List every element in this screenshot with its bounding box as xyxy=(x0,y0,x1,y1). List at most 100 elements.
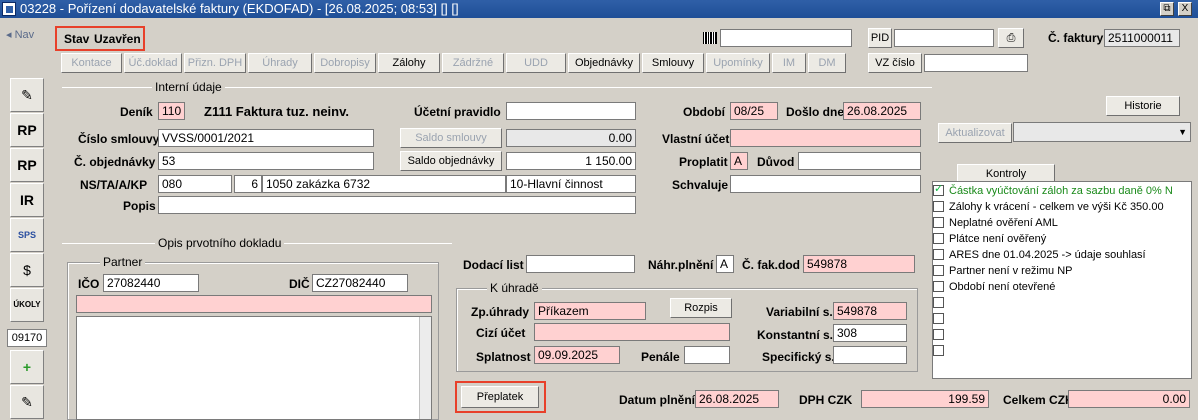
checkbox[interactable] xyxy=(933,344,944,356)
a-field[interactable]: 1050 zakázka 6732 xyxy=(262,175,506,193)
list-item[interactable]: Neplatné ověření AML xyxy=(933,216,1191,233)
duvod-field[interactable] xyxy=(798,152,921,170)
sidebar-ukoly-button[interactable]: ÚKOLY xyxy=(10,288,44,322)
checkbox[interactable] xyxy=(933,248,944,260)
vlastni-ucet-field[interactable] xyxy=(730,129,921,147)
sidebar-sps-button[interactable]: SPS xyxy=(10,218,44,252)
list-item[interactable]: Období není otevřené xyxy=(933,280,1191,297)
tab-im[interactable]: IM xyxy=(772,53,806,73)
kp-field[interactable]: 10-Hlavní činnost xyxy=(506,175,636,193)
tab-ucdoklad[interactable]: Úč.doklad xyxy=(124,53,182,73)
ir-label: IR xyxy=(20,192,34,208)
list-item[interactable] xyxy=(933,344,1191,361)
vz-button[interactable]: VZ číslo xyxy=(868,53,922,73)
saldo-objednavky-button[interactable]: Saldo objednávky xyxy=(400,151,502,171)
sidebar-money-button[interactable]: $ xyxy=(10,253,44,287)
zp-uhrady-field[interactable]: Příkazem xyxy=(534,302,646,320)
print-button[interactable]: ⎙ xyxy=(998,28,1024,48)
variabilni-field[interactable]: 549878 xyxy=(833,302,907,320)
list-item-label: ARES dne 01.04.2025 -> údaje souhlasí xyxy=(949,249,1146,261)
specificky-field[interactable] xyxy=(833,346,907,364)
ico-field[interactable]: 27082440 xyxy=(103,274,199,292)
penale-field[interactable] xyxy=(684,346,730,364)
checkbox[interactable] xyxy=(933,312,944,324)
sidebar-pen-button[interactable]: ✎ xyxy=(10,78,44,112)
rozpis-button[interactable]: Rozpis xyxy=(670,298,732,318)
objednavka-field[interactable]: 53 xyxy=(158,152,374,170)
restore-button[interactable]: ⧉ xyxy=(1160,2,1174,16)
status-label: Stav xyxy=(64,32,90,46)
partner-address-area[interactable] xyxy=(76,316,432,420)
list-item[interactable]: Partner není v režimu NP xyxy=(933,264,1191,281)
ta-field[interactable]: 6 xyxy=(234,175,262,193)
c-fak-dod-field[interactable]: 549878 xyxy=(803,255,915,273)
dic-field[interactable]: CZ27082440 xyxy=(312,274,408,292)
dodaci-list-field[interactable] xyxy=(526,255,635,273)
sidebar-pen2-button[interactable]: ✎ xyxy=(10,385,44,419)
barcode-input[interactable] xyxy=(720,29,852,47)
tab-kontace[interactable]: Kontace xyxy=(61,53,122,73)
cizi-ucet-field[interactable] xyxy=(534,323,730,341)
sidebar-rp-cz-button[interactable]: RP xyxy=(10,113,44,147)
ns-field[interactable]: 080 xyxy=(158,175,232,193)
list-item[interactable] xyxy=(933,296,1191,313)
ucetni-pravidlo-field[interactable] xyxy=(506,102,636,120)
aktualizovat-button[interactable]: Aktualizovat xyxy=(938,123,1012,143)
pid-input[interactable] xyxy=(894,29,994,47)
tab-uhrady[interactable]: Úhrady xyxy=(248,53,312,73)
tab-prizn-dph[interactable]: Přizn. DPH xyxy=(184,53,246,73)
sidebar-rp-eu-button[interactable]: RP xyxy=(10,148,44,182)
obdobi-field[interactable]: 08/25 xyxy=(730,102,778,120)
proplatit-field[interactable]: A xyxy=(730,152,748,170)
vz-input[interactable] xyxy=(924,54,1028,72)
checkbox[interactable] xyxy=(933,200,944,212)
checkbox[interactable] xyxy=(933,216,944,228)
tab-objednavky[interactable]: Objednávky xyxy=(568,53,640,73)
checkbox[interactable] xyxy=(933,296,944,308)
list-item-label: Neplatné ověření AML xyxy=(949,217,1058,229)
nahr-plneni-field[interactable]: A xyxy=(716,255,734,273)
list-item[interactable]: Zálohy k vrácení - celkem ve výši Kč 350… xyxy=(933,200,1191,217)
saldo-smlouvy-button[interactable]: Saldo smlouvy xyxy=(400,128,502,148)
checkbox[interactable] xyxy=(933,264,944,276)
tab-zalohy[interactable]: Zálohy xyxy=(378,53,440,73)
list-item[interactable] xyxy=(933,328,1191,345)
checkbox[interactable] xyxy=(933,182,944,196)
tab-upominky[interactable]: Upomínky xyxy=(706,53,770,73)
invoice-number-field[interactable]: 2511000011 xyxy=(1104,29,1180,47)
checkbox[interactable] xyxy=(933,280,944,292)
partner-name-field[interactable] xyxy=(76,295,432,313)
popis-field[interactable] xyxy=(158,196,636,214)
list-item[interactable]: Plátce není ověřený xyxy=(933,232,1191,249)
dodaci-list-label: Dodací list xyxy=(463,258,524,272)
denik-field[interactable]: 110 xyxy=(158,102,185,120)
konstantni-field[interactable]: 308 xyxy=(833,324,907,342)
schvaluje-field[interactable] xyxy=(730,175,921,193)
historie-button[interactable]: Historie xyxy=(1106,96,1180,116)
tab-smlouvy[interactable]: Smlouvy xyxy=(642,53,704,73)
sidebar-add-button[interactable]: + xyxy=(10,350,44,384)
list-item[interactable]: Částka vyúčtování záloh za sazbu daně 0%… xyxy=(933,182,1191,201)
smlouva-field[interactable]: VVSS/0001/2021 xyxy=(158,129,374,147)
splatnost-field[interactable]: 09.09.2025 xyxy=(534,346,620,364)
pid-button[interactable]: PID xyxy=(868,28,892,48)
close-button[interactable]: X xyxy=(1178,2,1192,16)
tab-zadrzne[interactable]: Zádržné xyxy=(442,53,504,73)
tab-udd[interactable]: UDD xyxy=(506,53,566,73)
list-item[interactable]: ARES dne 01.04.2025 -> údaje souhlasí xyxy=(933,248,1191,265)
tab-dm[interactable]: DM xyxy=(808,53,846,73)
pen2-icon: ✎ xyxy=(21,394,33,410)
list-item[interactable] xyxy=(933,312,1191,329)
partner-scrollbar[interactable] xyxy=(419,317,431,419)
aktualizovat-select[interactable]: ▼ xyxy=(1013,122,1191,142)
tab-dobropisy[interactable]: Dobropisy xyxy=(314,53,376,73)
checkbox[interactable] xyxy=(933,328,944,340)
datum-plneni-field[interactable]: 26.08.2025 xyxy=(695,390,779,408)
sidebar-ir-button[interactable]: IR xyxy=(10,183,44,217)
nav-link[interactable]: ◂ Nav xyxy=(6,28,34,41)
doslo-field[interactable]: 26.08.2025 xyxy=(843,102,921,120)
variabilni-label: Variabilní s. xyxy=(766,305,833,319)
checkbox[interactable] xyxy=(933,232,944,244)
kontroly-list[interactable]: Částka vyúčtování záloh za sazbu daně 0%… xyxy=(932,181,1192,379)
preplatek-button[interactable]: Přeplatek xyxy=(461,386,539,408)
